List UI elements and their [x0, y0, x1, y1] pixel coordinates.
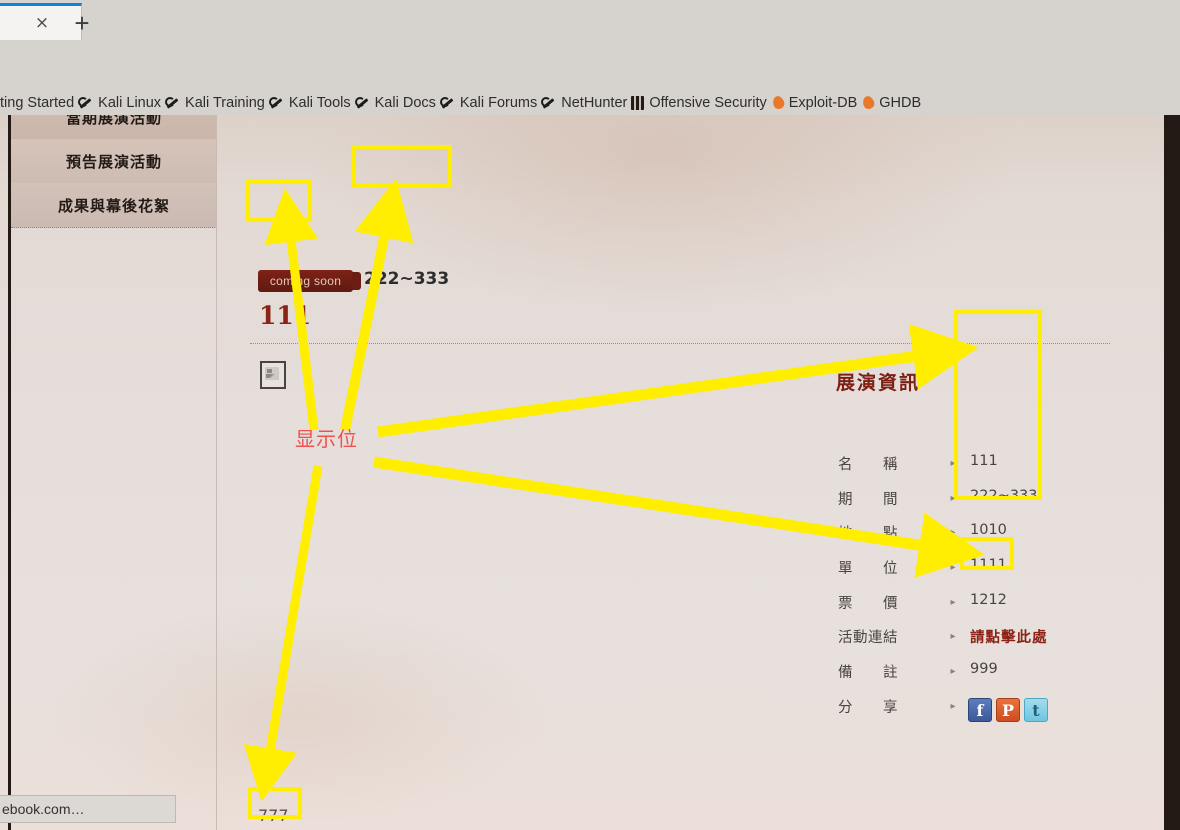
label-text: 名 稱	[838, 457, 898, 473]
row-arrow-icon: ▸	[950, 527, 956, 538]
row-arrow-icon: ▸	[950, 597, 956, 608]
sidebar-item-current-events[interactable]: 當期展演活動	[11, 115, 217, 140]
info-row-label-period: 期 間 ▸	[838, 488, 956, 509]
wrench-icon	[439, 95, 455, 110]
info-row-value-price: 1212	[970, 592, 1007, 608]
info-row-value-organizer: 1111	[970, 557, 1007, 573]
footer-value: 777	[258, 806, 289, 825]
label-text: 期 間	[838, 492, 898, 508]
page-viewport: 當期展演活動 預告展演活動 成果與幕後花絮 coming soon 222~33…	[0, 115, 1180, 830]
bookmark-item-offensive-security[interactable]: Offensive Security	[631, 94, 767, 111]
sidebar-item-upcoming-events[interactable]: 預告展演活動	[11, 139, 217, 184]
content-divider	[250, 343, 1110, 344]
bookmark-item-kali-training[interactable]: Kali Training	[165, 95, 265, 111]
bookmark-item-kali-tools[interactable]: Kali Tools	[268, 94, 351, 111]
row-arrow-icon: ▸	[950, 458, 956, 469]
info-row-label-share: 分 享 ▸	[838, 696, 956, 717]
label-text: 分 享	[838, 700, 898, 716]
info-row-label-name: 名 稱 ▸	[838, 453, 956, 474]
label-text: 票 價	[838, 596, 898, 612]
bookmark-item-nethunter[interactable]: NetHunter	[541, 95, 627, 111]
bookmarks-bar: ting Started Kali Linux Kali Training Kali …	[0, 90, 1180, 115]
bookmark-item-kali-linux[interactable]: Kali Linux	[78, 95, 161, 111]
sidebar-item-label: 成果與幕後花絮	[57, 196, 170, 215]
social-share-icons: f P t	[968, 698, 1048, 722]
info-row-value-period: 222~333	[970, 488, 1038, 504]
row-arrow-icon: ▸	[950, 701, 956, 712]
info-row-label-remarks: 備 註 ▸	[838, 661, 956, 682]
label-text: 備 註	[838, 665, 898, 681]
bookmark-label: Kali Training	[185, 94, 265, 111]
bookmark-label: Offensive Security	[649, 94, 767, 111]
row-arrow-icon: ▸	[950, 493, 956, 504]
browser-chrome: × + 35.131/storypage_04.php?id=-115 unio…	[0, 0, 1180, 124]
row-arrow-icon: ▸	[950, 562, 956, 573]
status-badge: coming soon	[258, 270, 353, 292]
info-panel-title: 展演資訊	[836, 372, 921, 394]
status-badge-label: coming soon	[269, 274, 342, 288]
bookmark-label: Exploit-DB	[788, 94, 858, 111]
info-row-value-link[interactable]: 請點擊此處	[970, 626, 1048, 647]
wrench-icon	[354, 95, 370, 110]
label-text: 單 位	[838, 561, 898, 577]
bookmark-item-kali-docs[interactable]: Kali Docs	[354, 94, 436, 111]
info-row-label-link: 活動連結 ▸	[838, 626, 956, 647]
bookmark-item-exploit-db[interactable]: Exploit-DB	[771, 94, 858, 111]
wrench-icon	[78, 95, 93, 110]
drop-icon	[771, 94, 786, 111]
info-row-value-location: 1010	[970, 522, 1007, 538]
row-arrow-icon: ▸	[950, 666, 956, 677]
bookmark-label: GHDB	[879, 94, 922, 111]
bookmark-label: Kali Tools	[288, 94, 351, 111]
navigation-toolbar: 35.131/storypage_04.php?id=-115 union se…	[0, 40, 1180, 124]
sidebar-divider	[216, 115, 217, 830]
status-bar-text: ebook.com…	[2, 801, 85, 817]
book-icon	[631, 95, 645, 110]
status-badge-tail	[352, 272, 361, 290]
info-row-value-remarks: 999	[970, 661, 998, 677]
header-date: 222~333	[364, 269, 450, 289]
facebook-icon[interactable]: f	[968, 698, 992, 722]
info-row-label-price: 票 價 ▸	[838, 592, 956, 613]
twitter-icon[interactable]: t	[1024, 698, 1048, 722]
new-tab-button[interactable]: +	[64, 8, 100, 38]
bookmark-label: Kali Linux	[98, 94, 162, 111]
bookmark-label: Kali Forums	[459, 94, 538, 111]
label-text: 活動連結	[838, 630, 898, 646]
label-text: 地 點	[838, 526, 898, 542]
bookmark-label: NetHunter	[561, 94, 628, 111]
row-arrow-icon: ▸	[950, 631, 956, 642]
bookmark-item-kali-forums[interactable]: Kali Forums	[439, 94, 538, 111]
header-title: 111	[259, 301, 312, 330]
plurk-icon[interactable]: P	[996, 698, 1020, 722]
wrench-icon	[541, 95, 556, 110]
info-row-label-organizer: 單 位 ▸	[838, 557, 956, 578]
info-row-value-name: 111	[970, 453, 998, 469]
bookmark-label: ting Started	[0, 94, 75, 111]
bookmark-item-ghdb[interactable]: GHDB	[861, 95, 921, 111]
drop-icon	[861, 94, 876, 111]
tab-strip: × +	[0, 0, 1180, 40]
site-sidebar: 當期展演活動 預告展演活動 成果與幕後花絮	[11, 115, 217, 250]
sidebar-item-results-behind-scenes[interactable]: 成果與幕後花絮	[11, 183, 217, 228]
status-bar: ebook.com…	[0, 795, 176, 823]
page-right-edge	[1164, 115, 1180, 830]
wrench-icon	[165, 95, 180, 110]
sidebar-item-label: 預告展演活動	[65, 152, 162, 171]
bookmark-label: Kali Docs	[374, 94, 436, 111]
bookmark-item-ting-started[interactable]: ting Started	[0, 95, 74, 111]
wrench-icon	[268, 95, 284, 110]
info-row-label-location: 地 點 ▸	[838, 522, 956, 543]
sidebar-item-label: 當期展演活動	[65, 115, 162, 127]
broken-image-icon	[260, 361, 286, 389]
tab-close-icon[interactable]: ×	[33, 14, 51, 32]
